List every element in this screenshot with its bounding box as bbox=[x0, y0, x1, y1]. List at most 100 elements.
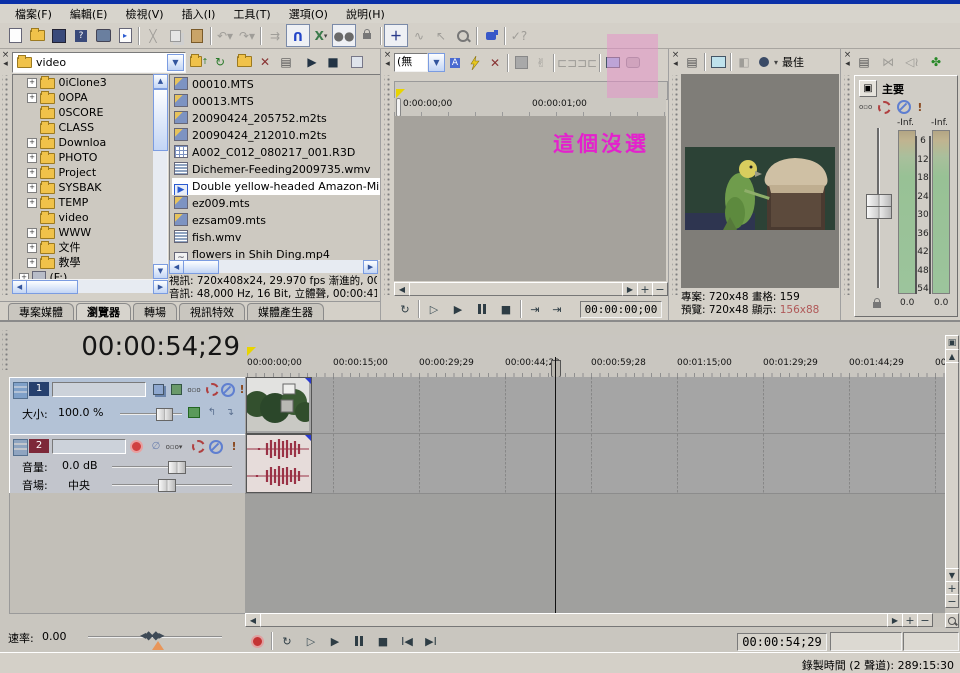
cut-icon[interactable]: ╳ bbox=[142, 25, 164, 46]
tree-item-current[interactable]: video bbox=[27, 210, 167, 225]
downmix-icon[interactable]: ⋈ bbox=[878, 53, 898, 72]
play-from-start-icon[interactable]: ▷ bbox=[422, 300, 446, 318]
tree-item[interactable]: + WWW bbox=[27, 225, 167, 240]
selection-length-field[interactable] bbox=[903, 632, 959, 651]
panel-close-icon[interactable]: ×◂ bbox=[843, 51, 852, 71]
scroll-up-icon[interactable]: ▲ bbox=[153, 74, 168, 89]
trimmer-cursor-handle[interactable] bbox=[396, 98, 401, 117]
play-from-start-icon[interactable]: ▷ bbox=[299, 632, 323, 650]
track-mute-icon[interactable] bbox=[208, 439, 224, 454]
file-item-selected[interactable]: ▶Double yellow-headed Amazon-Mike's sing… bbox=[172, 178, 380, 195]
mixer-properties-icon[interactable]: ▤ bbox=[854, 53, 874, 72]
loop-playback-icon[interactable]: ↻ bbox=[275, 632, 299, 650]
zoom-in-time-icon[interactable]: + bbox=[637, 282, 653, 296]
up-folder-icon[interactable]: ↑ bbox=[189, 52, 209, 71]
scroll-right-icon[interactable]: ▶ bbox=[363, 260, 378, 274]
auto-crossfade-icon[interactable]: X▾ bbox=[310, 25, 332, 46]
master-fader-knob2[interactable] bbox=[866, 206, 892, 219]
panel-grip[interactable] bbox=[672, 75, 679, 295]
zoom-in-time-icon[interactable]: + bbox=[902, 613, 918, 627]
properties-icon[interactable]: ? bbox=[70, 25, 92, 46]
delete-icon[interactable]: ✕ bbox=[255, 52, 275, 71]
bus-icon[interactable]: ▣ bbox=[859, 80, 877, 97]
playhead-handle[interactable] bbox=[551, 360, 561, 378]
track1-lane[interactable] bbox=[245, 377, 945, 434]
audio-event[interactable] bbox=[246, 434, 312, 493]
panel-close-icon[interactable]: ×◂ bbox=[671, 51, 680, 71]
file-item[interactable]: ezsam09.mts bbox=[172, 212, 380, 229]
marker-flag-icon[interactable] bbox=[396, 89, 405, 98]
new-folder-icon[interactable] bbox=[234, 52, 254, 71]
playhead-line[interactable] bbox=[555, 357, 556, 627]
file-item[interactable]: 00010.MTS bbox=[172, 76, 380, 93]
track1-header[interactable]: 1 o▫o ! 大小: 100.0 % ↰ ↴ bbox=[9, 377, 246, 435]
stop-icon[interactable]: ■ bbox=[494, 300, 518, 318]
ignore-grouping-icon[interactable]: ●● bbox=[332, 24, 356, 47]
file-item[interactable]: 00013.MTS bbox=[172, 93, 380, 110]
scroll-thumb[interactable] bbox=[409, 282, 623, 296]
lock-envelopes-icon[interactable] bbox=[356, 25, 378, 46]
file-item[interactable]: ~flowers in Shih Ding.mp4 bbox=[172, 246, 380, 261]
marker-lane[interactable] bbox=[245, 335, 945, 358]
file-item[interactable]: 20090424_205752.m2ts bbox=[172, 110, 380, 127]
video-event[interactable] bbox=[246, 377, 312, 434]
record-icon[interactable] bbox=[245, 632, 269, 650]
scroll-thumb[interactable] bbox=[153, 89, 168, 151]
menu-insert[interactable]: 插入(I) bbox=[173, 6, 225, 22]
start-preview-icon[interactable]: ▶ bbox=[302, 52, 322, 71]
publish-icon[interactable]: ▸ bbox=[114, 25, 136, 46]
trimmer-hscrollbar[interactable]: ◀ ▶ + − bbox=[394, 282, 666, 296]
stop-icon[interactable]: ■ bbox=[371, 632, 395, 650]
scroll-left-icon[interactable]: ◀ bbox=[245, 613, 261, 627]
normal-edit-tool-icon[interactable]: ＋ bbox=[384, 24, 408, 47]
scroll-down-icon[interactable]: ▼ bbox=[153, 264, 168, 279]
track1-name-field[interactable] bbox=[52, 382, 146, 397]
loop-playback-icon[interactable]: ↻ bbox=[394, 300, 416, 318]
scroll-left-icon[interactable]: ◀ bbox=[12, 280, 27, 294]
goto-start-icon[interactable]: ⇥ bbox=[524, 300, 546, 318]
trimmer-timecode[interactable]: 00:00:00;00 bbox=[580, 301, 662, 318]
interactive-hand-icon[interactable] bbox=[480, 25, 502, 46]
filelist-hscrollbar[interactable]: ◀ ▶ bbox=[169, 260, 377, 273]
dim-output-icon[interactable]: ◁≀ bbox=[902, 53, 922, 72]
tree-item[interactable]: + Project bbox=[27, 165, 167, 180]
zoom-tool-corner-icon[interactable] bbox=[945, 613, 959, 628]
views-icon[interactable]: ▤ bbox=[276, 52, 296, 71]
record-arm-icon[interactable] bbox=[128, 439, 144, 454]
scroll-thumb[interactable] bbox=[26, 280, 78, 294]
scroll-up-icon[interactable]: ▲ bbox=[945, 349, 959, 363]
timeline-ruler[interactable]: 00:00:00;00 00:00:15;00 00:00:29;29 00:0… bbox=[245, 357, 945, 378]
external-monitor-icon[interactable] bbox=[708, 53, 728, 72]
apply-size-icon[interactable]: ↴ bbox=[222, 405, 238, 420]
solo-icon[interactable]: ! bbox=[917, 101, 922, 114]
stop-preview-icon[interactable]: ■ bbox=[323, 52, 343, 71]
new-project-icon[interactable] bbox=[4, 25, 26, 46]
track2-name-field[interactable] bbox=[52, 439, 126, 454]
capture-video-icon[interactable] bbox=[92, 25, 114, 46]
hand-tool-icon[interactable]: ✌ bbox=[531, 53, 551, 72]
tree-item[interactable]: + 文件 bbox=[27, 240, 167, 255]
file-item[interactable]: ez009.mts bbox=[172, 195, 380, 212]
scroll-right-icon[interactable]: ▶ bbox=[887, 613, 903, 627]
scrub-control-icon[interactable]: ◂◆◆▸ bbox=[140, 628, 163, 642]
tree-item[interactable]: + Downloa bbox=[27, 135, 167, 150]
tab-media-generators[interactable]: 媒體產生器 bbox=[247, 303, 324, 321]
save-markers-icon[interactable] bbox=[511, 53, 531, 72]
menu-options[interactable]: 選項(O) bbox=[280, 6, 337, 22]
whats-this-help-icon[interactable]: ✓? bbox=[508, 25, 530, 46]
play-icon[interactable]: ▶ bbox=[446, 300, 470, 318]
track-solo-icon[interactable]: ! bbox=[226, 439, 242, 454]
file-item[interactable]: fish.wmv bbox=[172, 229, 380, 246]
track-fx-icon[interactable] bbox=[168, 382, 184, 397]
media-options-icon[interactable] bbox=[347, 52, 367, 71]
enable-snapping-icon[interactable]: U bbox=[286, 24, 310, 47]
scroll-right-icon[interactable]: ▶ bbox=[153, 280, 168, 294]
menu-edit[interactable]: 編輯(E) bbox=[61, 6, 117, 22]
zoom-in-track-icon[interactable]: + bbox=[945, 581, 959, 595]
panel-close-icon[interactable]: ×◂ bbox=[383, 51, 392, 71]
track-motion-icon[interactable] bbox=[150, 382, 166, 397]
copy-icon[interactable] bbox=[164, 25, 186, 46]
file-item[interactable]: A002_C012_080217_001.R3D bbox=[172, 144, 380, 161]
timeline-vscrollbar[interactable]: ▣ ▲ ▼ + − bbox=[945, 335, 959, 627]
file-item[interactable]: 20090424_212010.m2ts bbox=[172, 127, 380, 144]
